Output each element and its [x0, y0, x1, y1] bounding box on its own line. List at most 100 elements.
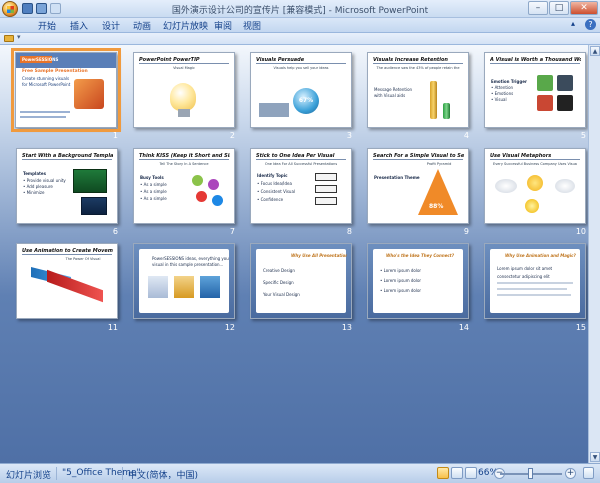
slide-thumbnail-3[interactable]: Visuals Persuade Visuals help you sell y…	[250, 52, 352, 128]
slide-thumbnail-11[interactable]: Use Animation to Create Movement The Pow…	[16, 243, 118, 319]
slide-line: • Consistent Visual	[257, 189, 296, 194]
pyramid-percentage: 88%	[429, 203, 444, 210]
slide-number: 5	[580, 131, 586, 140]
zoom-slider-thumb[interactable]	[528, 468, 533, 479]
slide-subtitle: Visuals help you sell your ideas	[273, 66, 329, 70]
vertical-scrollbar[interactable]: ▲ ▼	[588, 45, 600, 463]
ribbon-right-controls: ▴ ?	[571, 19, 596, 30]
slide-line: consectetur adipiscing elit	[497, 274, 550, 279]
scroll-down-arrow-icon[interactable]: ▼	[590, 452, 600, 462]
slide-subtitle: Tell The Story In A Sentence	[159, 162, 209, 166]
slide-title: Why Use Animation and Magic?	[505, 253, 576, 258]
slide-thumbnail-15[interactable]: Why Use Animation and Magic? Lorem ipsum…	[484, 243, 586, 319]
slide-number: 1	[112, 131, 118, 140]
tab-review[interactable]: 审阅	[214, 19, 232, 32]
slide-number: 13	[341, 323, 352, 332]
slide-line: • Lorem ipsum dolor	[380, 278, 422, 283]
slide-thumbnail-12[interactable]: PowerSESSIONS ideas, everything you visu…	[133, 243, 235, 319]
help-icon[interactable]: ?	[585, 19, 596, 30]
language-indicator[interactable]: 中文(简体，中国)	[128, 468, 198, 481]
slide-line: • As a simple	[140, 182, 167, 187]
slide-thumbnail-9[interactable]: Search For a Simple Visual to Sell your …	[367, 148, 469, 224]
outline-strip: ▾	[0, 33, 600, 45]
slide-title: Why Use All Presentations?	[291, 253, 347, 258]
slide-line: • As a simple	[140, 189, 167, 194]
arrow-down-shape	[47, 269, 103, 303]
cloud-icon	[555, 179, 575, 193]
fit-to-window-button[interactable]	[583, 467, 594, 479]
slide-thumbnail-5[interactable]: A Visual is Worth a Thousand Words Emoti…	[484, 52, 586, 128]
slide-line: • Confidence	[257, 197, 284, 202]
slide-sorter-view-button[interactable]	[451, 467, 463, 479]
slide-number: 9	[463, 227, 469, 236]
percentage-globe: 67%	[293, 88, 319, 114]
folder-icon[interactable]	[4, 35, 14, 42]
slide-thumbnail-14[interactable]: Who's the Idea They Connect? • Lorem ips…	[367, 243, 469, 319]
slide-line: Your Visual Design	[263, 292, 300, 297]
slide-thumbnail-4[interactable]: Visuals Increase Retention The audience …	[367, 52, 469, 128]
slide-title: PowerSESSIONS	[20, 56, 59, 63]
tab-home[interactable]: 开始	[38, 19, 56, 32]
slide-line: with Visual aids	[374, 93, 406, 98]
title-bar: 国外演示设计公司的宣传片 [兼容模式] - Microsoft PowerPoi…	[0, 0, 600, 18]
slide-thumbnail-8[interactable]: Stick to One Idea Per Visual One Idea Fo…	[250, 148, 352, 224]
status-bar: 幻灯片浏览 "5_Office Theme" 中文(简体，中国) 66% − +	[0, 463, 600, 483]
slide-line: • Lorem ipsum dolor	[380, 288, 422, 293]
slide-subtitle: Profit Pyramid	[426, 162, 452, 166]
tab-design[interactable]: 设计	[102, 19, 120, 32]
slide-thumbnail-13[interactable]: Why Use All Presentations? Creative Desi…	[250, 243, 352, 319]
slide-sorter[interactable]: PowerSESSIONS Free Sample Presentation C…	[0, 45, 588, 463]
slideshow-view-button[interactable]	[465, 467, 477, 479]
powerpoint-logo-icon	[74, 79, 104, 109]
slide-line: PowerSESSIONS ideas, everything you	[152, 256, 229, 261]
slide-line: Message Retention	[374, 87, 413, 92]
slide-number: 3	[346, 131, 352, 140]
slide-number: 15	[575, 323, 586, 332]
ribbon-tabs: 开始 插入 设计 动画 幻灯片放映 审阅 视图 ▴ ?	[0, 18, 600, 33]
slide-number: 14	[458, 323, 469, 332]
slide-line: for Microsoft PowerPoint	[22, 82, 71, 87]
sun-icon	[527, 175, 543, 191]
slide-line: Creative Design	[263, 268, 295, 273]
slide-line: Emotion Trigger	[491, 79, 527, 84]
slide-thumbnail-1[interactable]: PowerSESSIONS Free Sample Presentation C…	[11, 48, 121, 132]
normal-view-button[interactable]	[437, 467, 449, 479]
tab-animations[interactable]: 动画	[133, 19, 151, 32]
slide-line: Identify Topic	[257, 173, 288, 178]
slide-thumbnail-10[interactable]: Use Visual Metaphors Every Successful Bu…	[484, 148, 586, 224]
slide-line: Busy Tools	[140, 175, 164, 180]
minimize-button[interactable]: –	[528, 1, 548, 15]
slide-thumbnail-7[interactable]: Think KISS (Keep it Short and Simple) Te…	[133, 148, 235, 224]
minimize-ribbon-icon[interactable]: ▴	[571, 19, 580, 30]
slide-number: 8	[346, 227, 352, 236]
slide-line: Specific Design	[263, 280, 294, 285]
slide-number: 6	[112, 227, 118, 236]
slide-line: • Add pleasure	[23, 184, 53, 189]
view-mode-label: 幻灯片浏览	[6, 471, 52, 481]
window-controls: – □ ✕	[528, 1, 598, 15]
slide-line: • Focus Idea/Idea	[257, 181, 292, 186]
slide-number: 4	[463, 131, 469, 140]
tab-slideshow[interactable]: 幻灯片放映	[163, 19, 208, 32]
scroll-up-arrow-icon[interactable]: ▲	[590, 46, 600, 56]
window-title: 国外演示设计公司的宣传片 [兼容模式] - Microsoft PowerPoi…	[171, 6, 429, 16]
slide-number: 2	[229, 131, 235, 140]
slide-thumbnail-2[interactable]: PowerPoint PowerTIP Visual Magic	[133, 52, 235, 128]
slide-number: 11	[107, 323, 118, 332]
slide-number: 7	[229, 227, 235, 236]
slide-line: Presentation Theme	[374, 175, 420, 180]
slide-line: Create stunning visuals	[22, 76, 70, 81]
tab-insert[interactable]: 插入	[70, 19, 88, 32]
lightbulb-icon	[170, 83, 196, 111]
slide-line: • Provide visual unity	[23, 178, 66, 183]
tab-view[interactable]: 视图	[243, 19, 261, 32]
slide-line: • Attention	[491, 85, 514, 90]
slide-subtitle: The Power Of Visual	[65, 257, 101, 261]
zoom-in-button[interactable]: +	[565, 468, 576, 479]
slide-thumbnail-6[interactable]: Start With a Background Template Templat…	[16, 148, 118, 224]
maximize-button[interactable]: □	[549, 1, 569, 15]
close-button[interactable]: ✕	[570, 1, 598, 15]
dropdown-arrow-icon[interactable]: ▾	[17, 33, 21, 41]
slide-number: 10	[575, 227, 586, 236]
slide-subtitle: The audience saw the 43% of people retai…	[376, 66, 460, 70]
